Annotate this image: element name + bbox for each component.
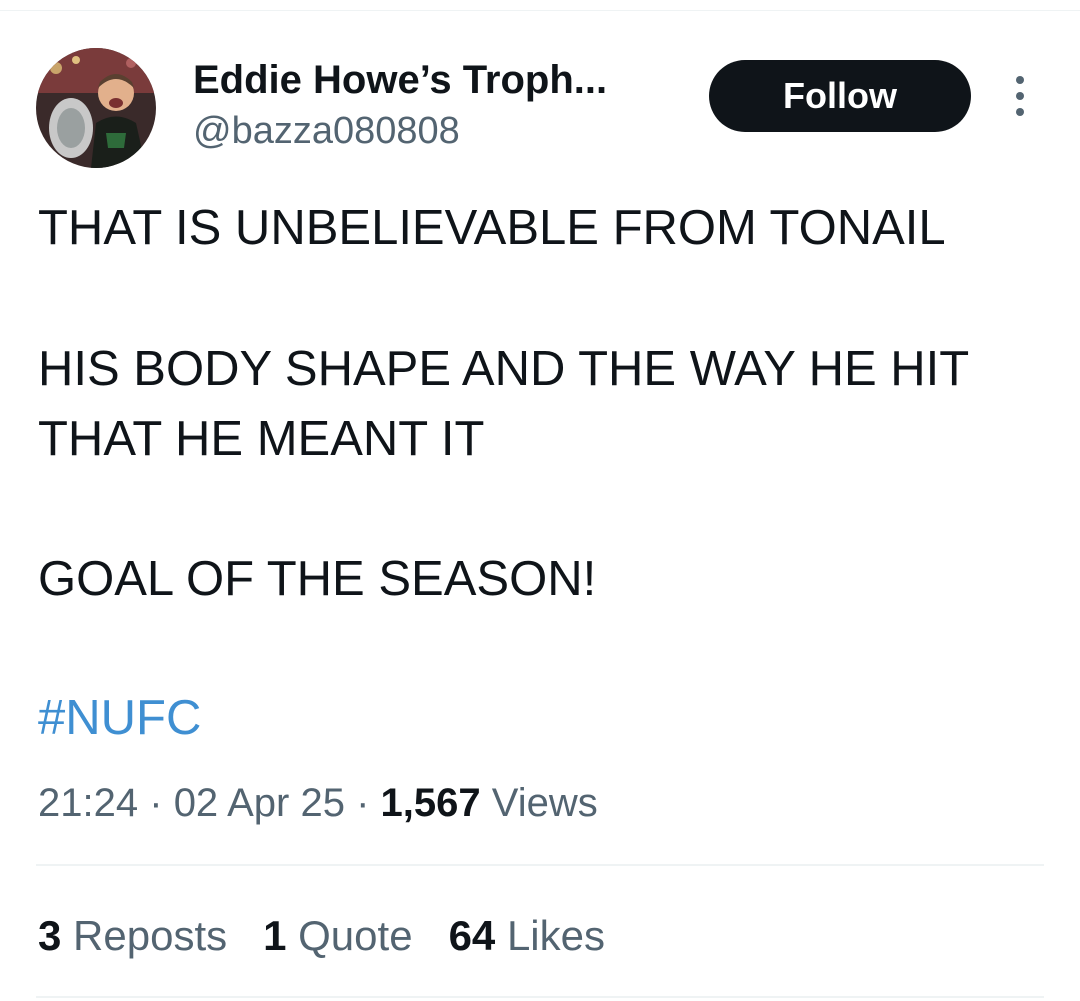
more-vertical-icon[interactable] [1005,76,1035,116]
quotes-label: Quote [298,912,413,959]
quotes-count: 1 [263,912,287,959]
views-label: Views [491,781,598,825]
divider [36,864,1044,866]
reposts-label: Reposts [73,912,228,959]
likes-stat[interactable]: 64 Likes [449,910,605,962]
tweet-text-line: GOAL OF THE SEASON! [38,552,597,606]
user-handle[interactable]: @bazza080808 [193,106,460,156]
meta-separator: · [356,781,370,825]
quotes-stat[interactable]: 1 Quote [263,910,412,962]
reposts-stat[interactable]: 3 Reposts [38,910,227,962]
tweet-date[interactable]: 02 Apr 25 [174,781,345,825]
tweet-text-line: THAT HE MEANT IT [38,412,485,466]
meta-separator: · [149,781,163,825]
top-divider [0,10,1080,11]
reposts-count: 3 [38,912,62,959]
tweet-text-line: HIS BODY SHAPE AND THE WAY HE HIT [38,342,970,396]
tweet-time[interactable]: 21:24 [38,781,138,825]
likes-count: 64 [448,912,496,959]
bottom-divider [36,996,1044,998]
follow-button[interactable]: Follow [709,60,971,132]
avatar[interactable] [36,48,156,168]
avatar-photo [36,48,156,168]
display-name[interactable]: Eddie Howe’s Troph... [193,54,607,106]
hashtag-link[interactable]: #NUFC [38,688,201,748]
likes-label: Likes [506,912,606,959]
dot [1016,92,1024,100]
dot [1016,108,1024,116]
tweet-meta: 21:24 · 02 Apr 25 · 1,567 Views [38,778,598,828]
dot [1016,76,1024,84]
engagement-stats: 3 Reposts 1 Quote 64 Likes [38,910,605,962]
tweet-text-line: THAT IS UNBELIEVABLE FROM TONAIL [38,201,946,255]
views-count: 1,567 [380,781,481,825]
